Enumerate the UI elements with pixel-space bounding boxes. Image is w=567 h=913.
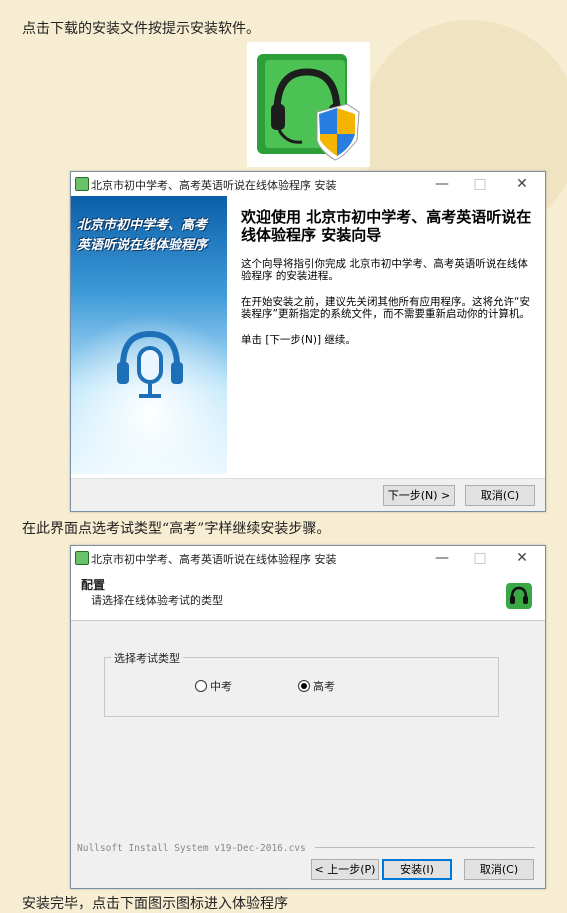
app-icon: [75, 551, 89, 565]
exam-type-group: 选择考试类型 中考 高考: [104, 650, 499, 717]
section-subtitle: 请选择在线体验考试的类型: [91, 594, 223, 607]
welcome-paragraph-3: 单击 [下一步(N)] 继续。: [241, 334, 356, 346]
radio-circle: [195, 680, 207, 692]
close-button[interactable]: ✕: [507, 549, 537, 567]
radio-option-zhongkao[interactable]: 中考: [195, 678, 232, 694]
welcome-banner-image: 北京市初中学考、高考 英语听说在线体验程序: [71, 196, 227, 474]
minimize-button[interactable]: —: [427, 175, 457, 193]
radio-option-gaokao[interactable]: 高考: [298, 678, 335, 694]
microphone-icon: [117, 330, 183, 398]
radio-label: 中考: [210, 680, 232, 693]
banner-line-2: 英语听说在线体验程序: [77, 238, 208, 253]
welcome-content: 欢迎使用 北京市初中学考、高考英语听说在线体验程序 安装向导 这个向导将指引你完…: [241, 208, 533, 346]
window-title: 北京市初中学考、高考英语听说在线体验程序 安装: [91, 553, 337, 566]
title-bar: 北京市初中学考、高考英语听说在线体验程序 安装 — □ ✕: [71, 546, 545, 570]
next-button[interactable]: 下一步(N) >: [383, 485, 455, 506]
install-button[interactable]: 安装(I): [382, 859, 452, 880]
minimize-button[interactable]: —: [427, 549, 457, 567]
app-icon: [75, 177, 89, 191]
welcome-paragraph-1: 这个向导将指引你完成 北京市初中学考、高考英语听说在线体验程序 的安装进程。: [241, 258, 528, 282]
radio-circle-selected: [298, 680, 310, 692]
bottom-text: 安装完毕，点击下面图示图标进入体验程序: [22, 896, 288, 912]
headset-icon: [506, 583, 532, 609]
maximize-button[interactable]: □: [465, 175, 495, 193]
maximize-button[interactable]: □: [465, 549, 495, 567]
banner-line-1: 北京市初中学考、高考: [77, 218, 208, 233]
radio-label: 高考: [313, 680, 335, 693]
title-bar: 北京市初中学考、高考英语听说在线体验程序 安装 — □ ✕: [71, 172, 545, 196]
nsis-version-text: Nullsoft Install System v19-Dec-2016.cvs: [77, 843, 306, 854]
window-title: 北京市初中学考、高考英语听说在线体验程序 安装: [91, 179, 337, 192]
installer-config-window: 北京市初中学考、高考英语听说在线体验程序 安装 — □ ✕ 配置 请选择在线体验…: [70, 545, 546, 889]
welcome-paragraph-2: 在开始安装之前，建议先关闭其他所有应用程序。这将允许“安装程序”更新指定的系统文…: [241, 296, 530, 320]
cancel-button[interactable]: 取消(C): [465, 485, 535, 506]
page-header: 配置 请选择在线体验考试的类型: [71, 570, 545, 621]
divider: [315, 847, 535, 848]
installer-icon: [247, 42, 370, 167]
intro-text: 点击下载的安装文件按提示安装软件。: [22, 21, 260, 37]
installer-welcome-window: 北京市初中学考、高考英语听说在线体验程序 安装 — □ ✕ 北京市初中学考、高考…: [70, 171, 546, 512]
welcome-heading: 欢迎使用 北京市初中学考、高考英语听说在线体验程序 安装向导: [241, 208, 532, 244]
close-button[interactable]: ✕: [507, 175, 537, 193]
button-bar: 下一步(N) > 取消(C): [71, 478, 545, 511]
section-title: 配置: [81, 578, 106, 592]
group-label: 选择考试类型: [111, 650, 183, 666]
back-button[interactable]: < 上一步(P): [311, 859, 379, 880]
mid-text: 在此界面点选考试类型“高考”字样继续安装步骤。: [22, 521, 331, 537]
cancel-button[interactable]: 取消(C): [464, 859, 534, 880]
